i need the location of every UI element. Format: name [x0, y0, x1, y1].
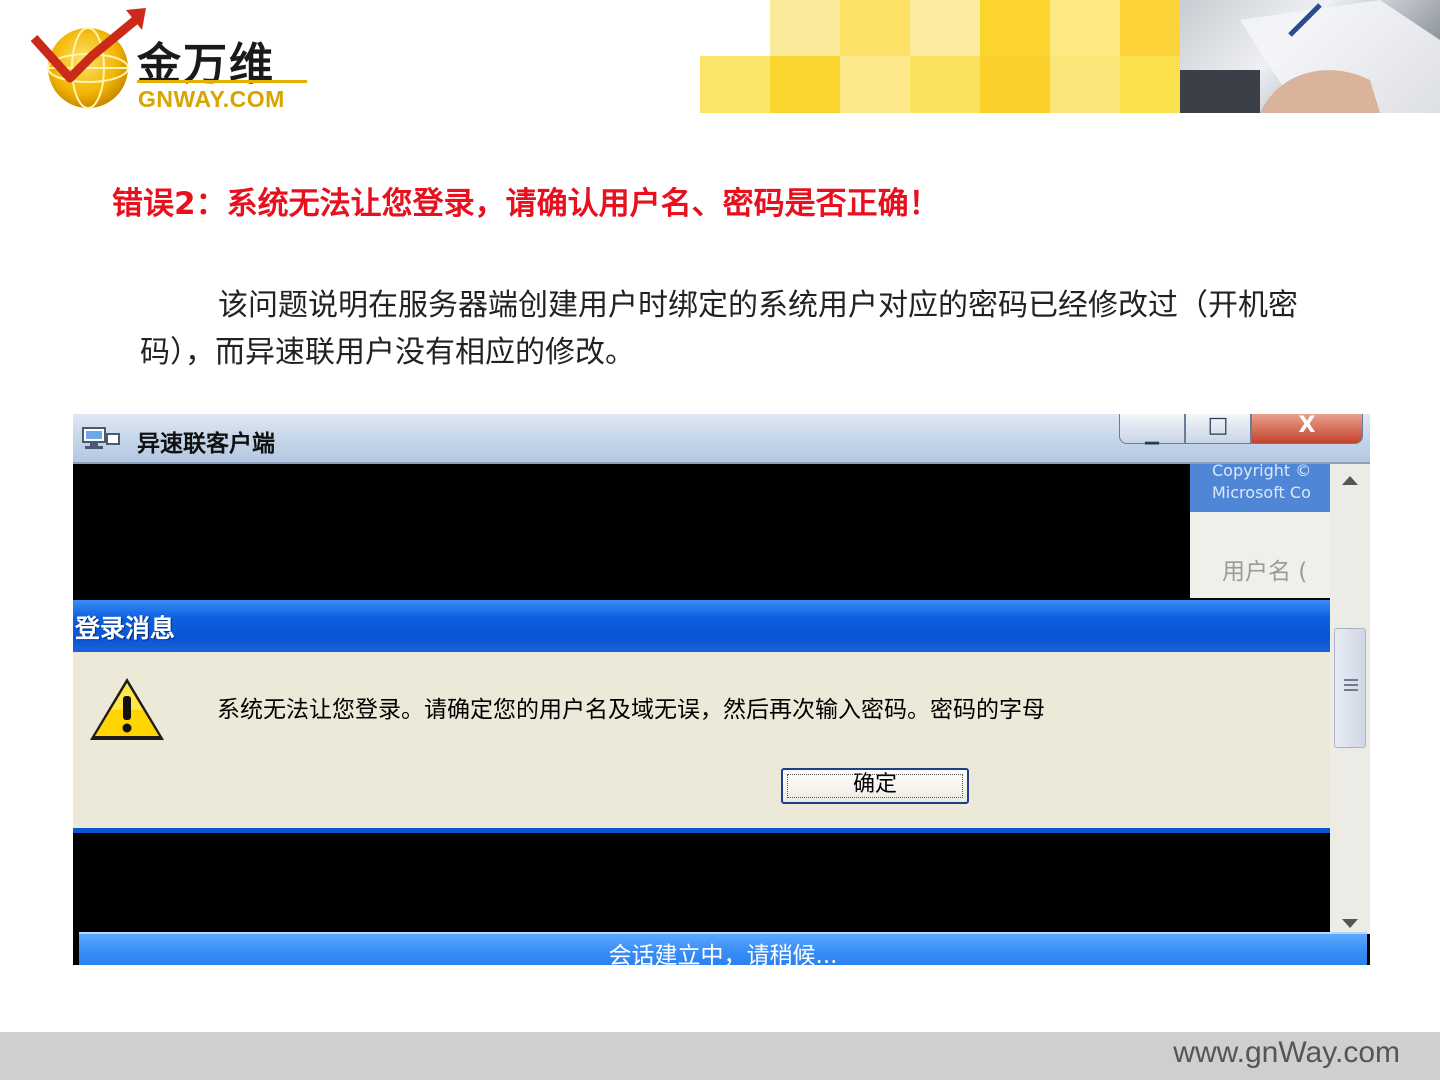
- login-message-dialog: 系统无法让您登录。请确定您的用户名及域无误，然后再次输入密码。密码的字母 确定: [73, 652, 1330, 828]
- footer-url[interactable]: www.gnWay.com: [1173, 1036, 1400, 1070]
- close-icon: X: [1298, 414, 1316, 438]
- maximize-icon: □: [1207, 414, 1229, 438]
- grip-icon: [1344, 679, 1358, 691]
- dialog-titlebar[interactable]: 登录消息: [73, 600, 1330, 652]
- paragraph-text: 该问题说明在服务器端创建用户时绑定的系统用户对应的密码已经修改过（开机密码），而…: [140, 288, 1298, 370]
- slide-footer: www.gnWay.com: [0, 1032, 1440, 1080]
- status-text: 会话建立中，请稍候...: [608, 943, 838, 965]
- minimize-icon: ▁: [1145, 424, 1159, 445]
- client-window-screenshot: 异速联客户端 ▁ □ X Copyright © Microsoft Co 用户…: [73, 414, 1370, 965]
- vertical-scrollbar[interactable]: [1330, 464, 1370, 934]
- maximize-button[interactable]: □: [1185, 414, 1251, 444]
- status-bar: 会话建立中，请稍候...: [79, 932, 1367, 965]
- login-side-panel: Copyright © Microsoft Co 用户名 (: [1190, 464, 1330, 598]
- window-titlebar[interactable]: 异速联客户端 ▁ □ X: [73, 414, 1370, 464]
- close-button[interactable]: X: [1251, 414, 1363, 444]
- dialog-bottom-border: [73, 828, 1330, 833]
- explanation-paragraph: 该问题说明在服务器端创建用户时绑定的系统用户对应的密码已经修改过（开机密码），而…: [140, 282, 1340, 376]
- ok-button[interactable]: 确定: [781, 768, 969, 804]
- business-photo: [1180, 0, 1440, 113]
- error-title: 错误2：系统无法让您登录，请确认用户名、密码是否正确！: [112, 186, 940, 222]
- scroll-thumb[interactable]: [1334, 628, 1366, 748]
- brand-underline: [137, 80, 307, 83]
- dialog-title: 登录消息: [75, 614, 176, 643]
- scroll-down-icon[interactable]: [1342, 919, 1358, 928]
- scroll-up-icon[interactable]: [1342, 476, 1358, 485]
- dialog-message: 系统无法让您登录。请确定您的用户名及域无误，然后再次输入密码。密码的字母: [217, 697, 1045, 723]
- brand-name-en: GNWAY.COM: [138, 86, 285, 112]
- warning-icon: [90, 678, 164, 740]
- computer-network-icon: [82, 427, 120, 449]
- copyright-line-1: Copyright ©: [1212, 464, 1312, 480]
- window-title: 异速联客户端: [137, 431, 275, 457]
- copyright-text: Copyright © Microsoft Co: [1212, 464, 1311, 504]
- brand-logo: 金万维 GNWAY.COM: [30, 8, 330, 113]
- username-label: 用户名 (: [1222, 559, 1308, 585]
- minimize-button[interactable]: ▁: [1119, 414, 1185, 445]
- header-banner: [700, 0, 1440, 113]
- copyright-line-2: Microsoft Co: [1212, 483, 1311, 502]
